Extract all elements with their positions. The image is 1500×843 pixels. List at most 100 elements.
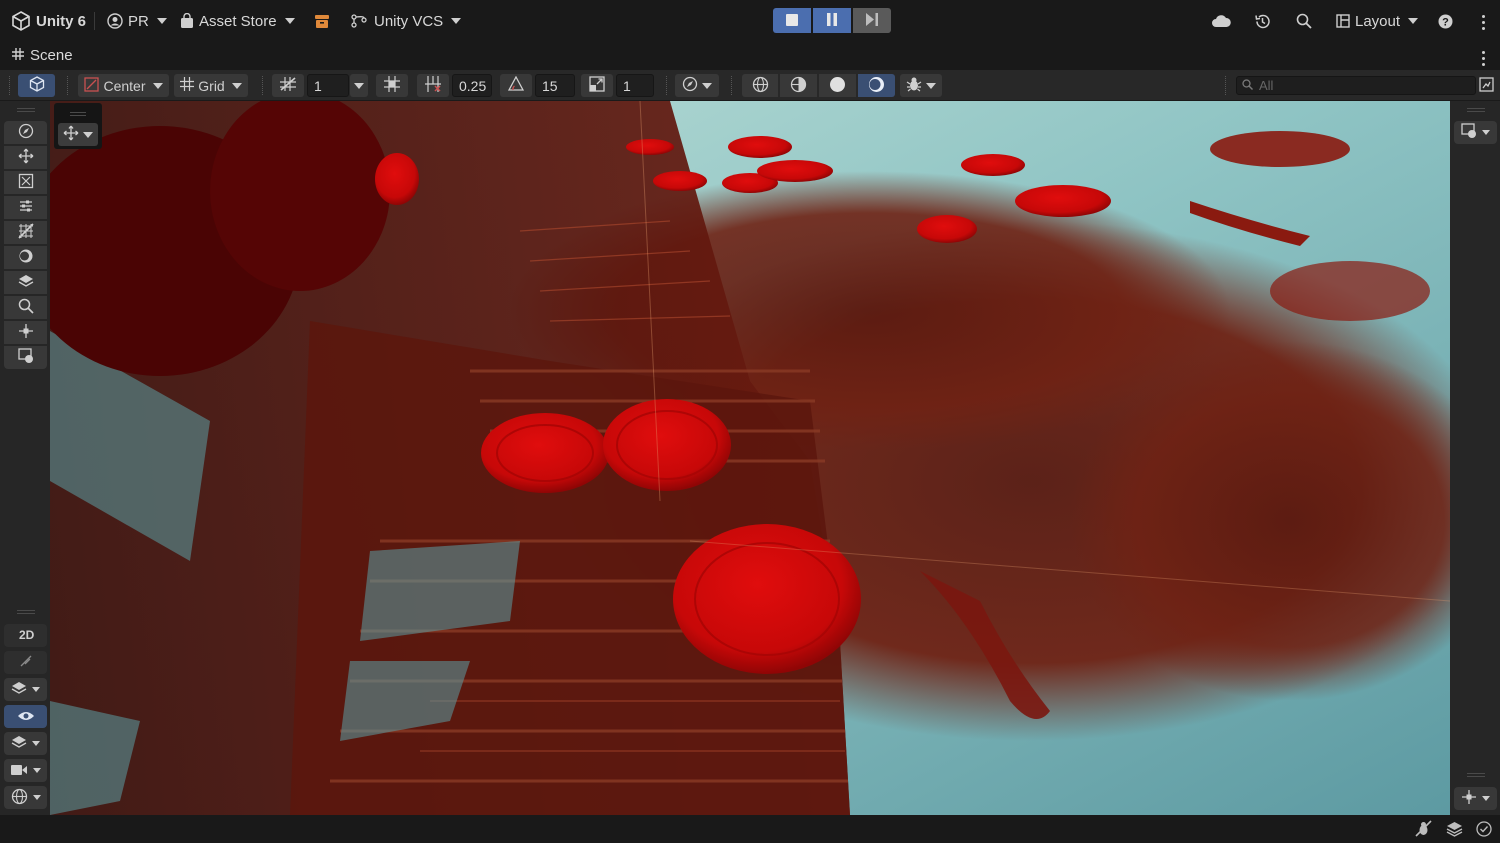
cloud-icon [1211, 14, 1231, 28]
tab-scene-label: Scene [30, 47, 73, 64]
visibility-toggle-button[interactable] [4, 705, 47, 728]
layout-dropdown[interactable]: Layout [1336, 9, 1419, 33]
grid-size-field[interactable]: 1 [307, 74, 349, 97]
chevron-down-icon [354, 82, 364, 89]
wireframe-shading-button[interactable] [742, 74, 778, 97]
scene-view-mode-button[interactable] [18, 74, 55, 97]
rotate-snap-button[interactable] [500, 74, 532, 97]
scene-view-camera-dropdown[interactable] [1454, 121, 1497, 144]
overlay-grip [70, 112, 86, 116]
gizmos-debug-dropdown[interactable] [900, 74, 942, 97]
playmode-controls [773, 8, 891, 33]
debug-mode-button[interactable] [1414, 820, 1432, 839]
rotate-tool-icon [18, 173, 34, 192]
scene-viewport[interactable] [50, 101, 1450, 815]
help-button[interactable]: ? [1438, 9, 1453, 33]
view-tool-button[interactable] [4, 121, 47, 144]
lit-shading-button[interactable] [858, 74, 895, 97]
title-bar: Unity 6 PR Asset Store Unity VCS Layout … [0, 0, 1500, 42]
chevron-down-icon [1408, 18, 1419, 24]
tab-options-kebab-icon[interactable] [1481, 51, 1485, 66]
asset-store-dropdown[interactable]: Asset Store [180, 9, 295, 33]
cloud-button[interactable] [1211, 9, 1231, 33]
status-bar [0, 815, 1500, 843]
chevron-down-icon [1482, 130, 1490, 135]
draw-mode-dropdown[interactable] [675, 74, 719, 97]
pause-icon [826, 12, 838, 29]
tab-scene[interactable]: Scene [12, 47, 73, 64]
chevron-down-icon [231, 82, 242, 89]
stop-icon [786, 13, 798, 29]
scale-snap-field[interactable]: 1 [616, 74, 654, 97]
layers-dropdown[interactable] [4, 732, 47, 755]
gizmo-toggle-button[interactable]: 2D [4, 624, 47, 647]
scale-snap-button[interactable] [581, 74, 613, 97]
effects-icon [19, 654, 33, 671]
grid-snap-icon [384, 76, 400, 95]
snap-2d-icon: 2D [18, 627, 35, 644]
pivot-center-dropdown[interactable]: Center [78, 74, 169, 97]
search-icon [1296, 13, 1312, 29]
scene-overlay-toolbar [54, 103, 102, 149]
move-snap-field[interactable]: 0.25 [452, 74, 492, 97]
move-tool-icon [18, 148, 34, 167]
background-tasks-button[interactable] [1445, 821, 1463, 839]
unity-product-menu[interactable]: Unity 6 [11, 9, 86, 33]
tools-overlay: 2D [0, 101, 50, 815]
step-icon [865, 12, 879, 29]
scene-render[interactable] [50, 101, 1450, 815]
transform-tool-button[interactable] [4, 246, 47, 269]
pause-button[interactable] [813, 8, 851, 33]
grid-snap-button[interactable] [376, 74, 408, 97]
shaded-wireframe-button[interactable] [780, 74, 817, 97]
scene-search-input[interactable]: All [1236, 76, 1476, 95]
handle-space-dropdown[interactable]: Grid [174, 74, 248, 97]
layout-label: Layout [1355, 12, 1401, 30]
scene-camera-tool-button[interactable] [4, 346, 47, 369]
scene-toolbar: Center Grid 1 0.25 15 1 All [0, 70, 1500, 101]
rotate-tool-button[interactable] [4, 171, 47, 194]
overlay-move-tool-dropdown[interactable] [58, 123, 98, 146]
overlay-grip [17, 108, 35, 112]
vcs-dropdown[interactable]: Unity VCS [351, 9, 462, 33]
stack-icon [1446, 821, 1463, 840]
grid-visibility-button[interactable] [272, 74, 304, 97]
shaded-wireframe-icon [790, 76, 807, 96]
camera-icon [10, 763, 28, 779]
custom-tool-button[interactable] [4, 271, 47, 294]
toolbar-grip [9, 76, 11, 95]
view-tool-icon [18, 123, 34, 142]
zoom-tool-button[interactable] [4, 296, 47, 319]
main-menu-kebab-icon[interactable] [1481, 15, 1485, 30]
package-manager-button[interactable] [314, 9, 330, 33]
search-button[interactable] [1296, 9, 1312, 33]
overlay-grip [1467, 108, 1485, 112]
stop-button[interactable] [773, 8, 811, 33]
camera-dropdown[interactable] [4, 759, 47, 782]
toolbar-grip [666, 76, 668, 95]
scene-tab-row: Scene [0, 42, 1500, 70]
account-icon [107, 13, 123, 29]
account-dropdown[interactable]: PR [107, 9, 167, 33]
build-status-button[interactable] [1475, 820, 1493, 839]
cube-icon [29, 76, 45, 95]
history-button[interactable] [1254, 9, 1271, 33]
move-snap-button[interactable] [417, 74, 449, 97]
orientation-gizmo-dropdown[interactable] [1454, 787, 1497, 810]
audio-toggle-button[interactable] [4, 651, 47, 674]
globe-icon [11, 788, 28, 808]
rect-tool-button[interactable] [4, 221, 47, 244]
pivot-tool-button[interactable] [4, 321, 47, 344]
grid-icon [180, 77, 195, 94]
move-tool-button[interactable] [4, 146, 47, 169]
step-button[interactable] [853, 8, 891, 33]
grid-size-dropdown[interactable] [350, 74, 368, 97]
layers-tool-icon [17, 273, 35, 292]
scale-tool-button[interactable] [4, 196, 47, 219]
scene-camera-settings-button[interactable] [1476, 74, 1496, 97]
scene-visibility-dropdown[interactable] [4, 678, 47, 701]
gizmos-dropdown[interactable] [4, 786, 47, 809]
chevron-down-icon [284, 18, 295, 24]
shaded-button[interactable] [819, 74, 856, 97]
rotate-snap-field[interactable]: 15 [535, 74, 575, 97]
